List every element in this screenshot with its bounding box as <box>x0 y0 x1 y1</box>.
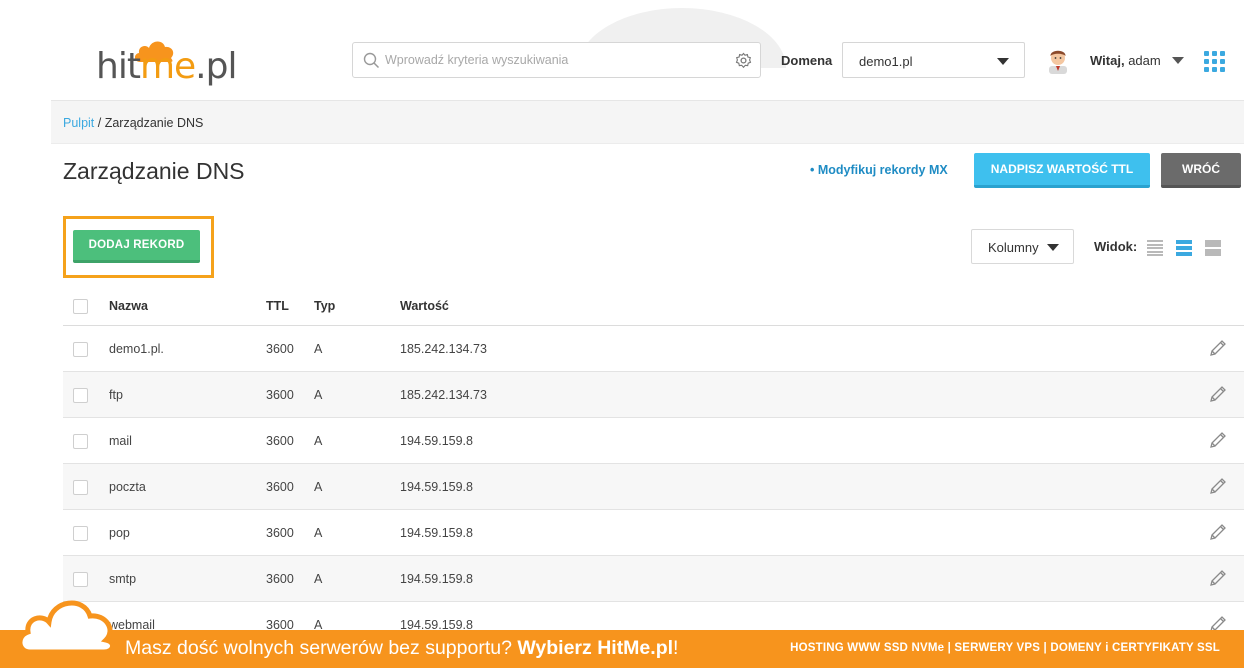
app: hitme.pl Domena demo1.pl Witaj, adam Pu <box>0 0 1244 668</box>
record-type: A <box>314 434 323 448</box>
breadcrumb-bar: Pulpit / Zarządzanie DNS <box>51 100 1244 144</box>
record-value: 185.242.134.73 <box>400 388 487 402</box>
record-ttl: 3600 <box>266 526 294 540</box>
record-name: poczta <box>109 480 146 494</box>
record-name: mail <box>109 434 132 448</box>
rows-view-icon[interactable] <box>1176 240 1192 256</box>
record-type: A <box>314 342 323 356</box>
row-checkbox[interactable] <box>73 342 88 357</box>
promo-banner-cta[interactable]: Wybierz HitMe.pl <box>517 637 673 659</box>
record-value: 194.59.159.8 <box>400 480 473 494</box>
breadcrumb-link-pulpit[interactable]: Pulpit <box>63 116 94 130</box>
pencil-icon[interactable] <box>1208 384 1228 404</box>
breadcrumb: Pulpit / Zarządzanie DNS <box>63 116 204 130</box>
record-ttl: 3600 <box>266 480 294 494</box>
logo[interactable]: hitme.pl <box>96 38 237 94</box>
settings-icon[interactable] <box>735 52 752 69</box>
promo-banner-services: HOSTING WWW SSD NVMe | SERWERY VPS | DOM… <box>790 642 1220 654</box>
table-row[interactable]: ftp 3600 A 185.242.134.73 <box>63 372 1244 418</box>
record-ttl: 3600 <box>266 388 294 402</box>
table-row[interactable]: demo1.pl. 3600 A 185.242.134.73 <box>63 326 1244 372</box>
breadcrumb-current: Zarządzanie DNS <box>104 116 204 130</box>
record-type: A <box>314 388 323 402</box>
domain-select[interactable]: demo1.pl <box>842 42 1025 78</box>
chevron-down-icon <box>1047 244 1059 251</box>
pencil-icon[interactable] <box>1208 522 1228 542</box>
override-ttl-button[interactable]: NADPISZ WARTOŚĆ TTL <box>974 153 1150 188</box>
record-value: 194.59.159.8 <box>400 434 473 448</box>
page-title: Zarządzanie DNS <box>63 158 245 184</box>
cloud-icon <box>17 600 115 655</box>
record-type: A <box>314 572 323 586</box>
record-name: smtp <box>109 572 137 586</box>
modify-mx-records-link[interactable]: • Modyfikuj rekordy MX <box>810 163 948 177</box>
table-row[interactable]: smtp 3600 A 194.59.159.8 <box>63 556 1244 602</box>
chevron-down-icon <box>997 58 1009 65</box>
table-row[interactable]: mail 3600 A 194.59.159.8 <box>63 418 1244 464</box>
table-row[interactable]: poczta 3600 A 194.59.159.8 <box>63 464 1244 510</box>
record-ttl: 3600 <box>266 572 294 586</box>
record-name: demo1.pl. <box>109 342 164 356</box>
domain-select-value: demo1.pl <box>859 54 913 69</box>
domain-label: Domena <box>781 53 833 68</box>
record-value: 185.242.134.73 <box>400 342 487 356</box>
add-record-button[interactable]: DODAJ REKORD <box>73 230 200 263</box>
pencil-icon[interactable] <box>1208 476 1228 496</box>
search-icon <box>363 52 380 69</box>
pencil-icon[interactable] <box>1208 338 1228 358</box>
user-menu-chevron-down-icon[interactable] <box>1172 57 1184 64</box>
cards-view-icon[interactable] <box>1205 240 1221 256</box>
select-all-checkbox[interactable] <box>73 299 88 314</box>
row-checkbox[interactable] <box>73 434 88 449</box>
column-header-name[interactable]: Nazwa <box>109 299 148 313</box>
avatar[interactable] <box>1045 46 1071 74</box>
list-view-icon[interactable] <box>1147 240 1163 256</box>
record-type: A <box>314 480 323 494</box>
record-type: A <box>314 526 323 540</box>
column-header-value[interactable]: Wartość <box>400 299 449 313</box>
row-checkbox[interactable] <box>73 572 88 587</box>
pencil-icon[interactable] <box>1208 568 1228 588</box>
table-header: Nazwa TTL Typ Wartość <box>63 282 1244 326</box>
back-button[interactable]: WRÓĆ <box>1161 153 1241 188</box>
columns-dropdown[interactable]: Kolumny <box>971 229 1074 264</box>
table-row[interactable]: pop 3600 A 194.59.159.8 <box>63 510 1244 556</box>
promo-banner-text: Masz dość wolnych serwerów bez supportu?… <box>125 637 679 659</box>
record-ttl: 3600 <box>266 342 294 356</box>
row-checkbox[interactable] <box>73 388 88 403</box>
record-name: ftp <box>109 388 123 402</box>
user-name: adam <box>1128 53 1161 68</box>
dns-records-table: Nazwa TTL Typ Wartość demo1.pl. 3600 A 1… <box>63 282 1244 648</box>
record-value: 194.59.159.8 <box>400 572 473 586</box>
logo-wordmark: hitme.pl <box>96 46 237 87</box>
column-header-type[interactable]: Typ <box>314 299 335 313</box>
view-label: Widok: <box>1094 239 1138 254</box>
row-checkbox[interactable] <box>73 526 88 541</box>
user-menu[interactable]: Witaj, adam <box>1090 53 1161 68</box>
record-value: 194.59.159.8 <box>400 526 473 540</box>
search-input[interactable] <box>385 43 725 77</box>
column-header-ttl[interactable]: TTL <box>266 299 289 313</box>
record-ttl: 3600 <box>266 434 294 448</box>
pencil-icon[interactable] <box>1208 430 1228 450</box>
columns-dropdown-label: Kolumny <box>988 240 1039 255</box>
apps-grid-icon[interactable] <box>1204 51 1225 72</box>
record-name: pop <box>109 526 130 540</box>
search-box[interactable] <box>352 42 761 78</box>
row-checkbox[interactable] <box>73 480 88 495</box>
